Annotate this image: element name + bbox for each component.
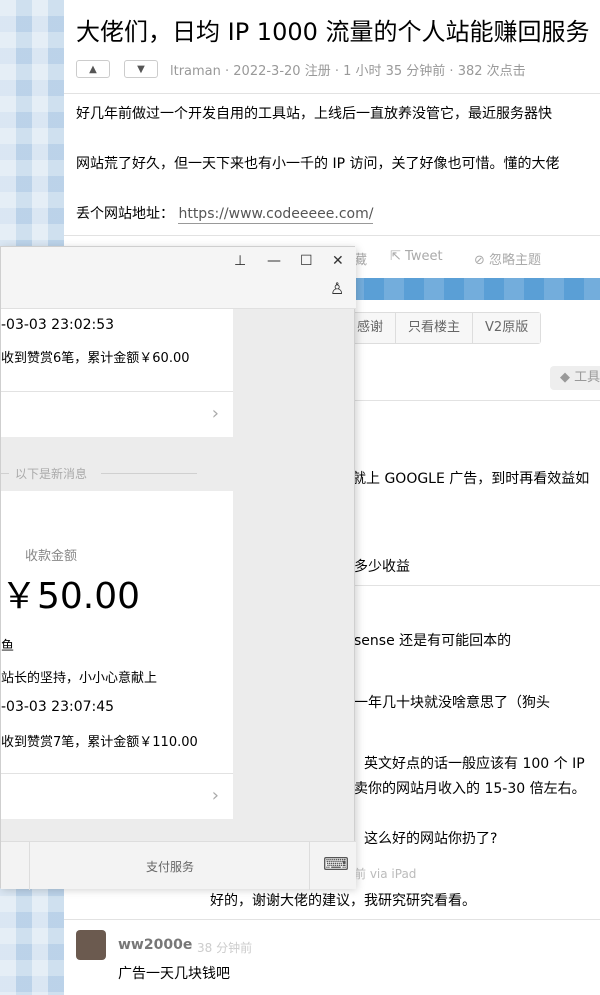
avatar[interactable] bbox=[76, 930, 106, 960]
keyboard-icon[interactable]: ⌨ bbox=[323, 854, 349, 875]
topic-url-link[interactable]: https://www.codeeeee.com/ bbox=[178, 206, 374, 224]
reply-text: 广告一天几块钱吧 bbox=[118, 966, 230, 982]
chevron-down-icon: ▼ bbox=[137, 63, 145, 75]
message-time: -03-03 23:07:45 bbox=[1, 699, 115, 715]
message-time: -03-03 23:02:53 bbox=[1, 317, 115, 333]
chevron-right-icon[interactable]: › bbox=[212, 403, 219, 424]
window-titlebar: ⊥ — ☐ ✕ ♙ bbox=[1, 247, 356, 309]
op-reply-text: 好的，谢谢大佬的建议，我研究研究看看。 bbox=[210, 893, 476, 909]
tag-badge[interactable]: ◆ 工具 bbox=[550, 366, 600, 390]
topic-body-line: 网站荒了好久，但一天下来也有小一千的 IP 访问，关了好像也可惜。懂的大佬 bbox=[76, 156, 560, 172]
message-summary: 收到赞赏6笔，累计金额￥60.00 bbox=[1, 351, 190, 366]
url-label: 丢个网站地址： bbox=[76, 206, 174, 222]
op-only-button[interactable]: 只看楼主 bbox=[396, 313, 474, 343]
new-messages-divider: 以下是新消息 bbox=[15, 467, 88, 481]
v2-original-button[interactable]: V2原版 bbox=[473, 313, 541, 343]
divider bbox=[29, 842, 30, 890]
window-footer: 支付服务 ⌨ bbox=[1, 841, 356, 890]
topic-meta: ltraman · 2022-3-20 注册 · 1 小时 35 分钟前 · 3… bbox=[170, 64, 526, 79]
divider bbox=[64, 235, 600, 236]
reply-text: 英文好点的话一般应该有 100 个 IP bbox=[364, 756, 585, 772]
divider bbox=[1, 391, 233, 392]
amount-label: 收款金额 bbox=[25, 549, 78, 564]
downvote-button[interactable]: ▼ bbox=[124, 60, 158, 78]
user-icon[interactable]: ♙ bbox=[330, 279, 344, 298]
reply-button-group: 感谢 只看楼主 V2原版 bbox=[344, 312, 542, 344]
payer-name: 鱼 bbox=[1, 639, 15, 654]
reply-text: 一年几十块就没啥意思了（狗头 bbox=[354, 695, 550, 711]
tag-icon: ◆ bbox=[560, 370, 575, 385]
divider bbox=[101, 473, 197, 474]
ignore-topic-button[interactable]: ⊘ 忽略主题 bbox=[474, 249, 541, 268]
share-icon: ⇱ bbox=[390, 249, 406, 264]
tweet-button[interactable]: ⇱ Tweet bbox=[390, 249, 443, 264]
topic-url-line: 丢个网站地址： https://www.codeeeee.com/ bbox=[76, 203, 374, 224]
topic-box: 大佬们，日均 IP 1000 流量的个人站能赚回服务 ▲ ▼ ltraman ·… bbox=[64, 0, 600, 278]
payment-card: 收款金额 ￥50.00 鱼 站长的坚持，小小心意献上 -03-03 23:07:… bbox=[1, 491, 233, 819]
message-card: -03-03 23:02:53 收到赞赏6笔，累计金额￥60.00 › bbox=[1, 309, 233, 437]
reply-time: 38 分钟前 bbox=[197, 941, 253, 955]
minimize-icon[interactable]: — bbox=[267, 253, 281, 269]
close-icon[interactable]: ✕ bbox=[332, 253, 344, 269]
reply-text: 卖你的网站月收入的 15-30 倍左右。 bbox=[354, 781, 586, 797]
reply-text: 多少收益 bbox=[354, 559, 410, 575]
reply-text: 就上 GOOGLE 广告，到时再看效益如 bbox=[352, 471, 590, 487]
reply-username[interactable]: ww2000e bbox=[118, 937, 192, 953]
pay-service-button[interactable]: 支付服务 bbox=[146, 858, 194, 875]
divider bbox=[309, 842, 310, 890]
reply-text: 这么好的网站你扔了? bbox=[364, 831, 498, 847]
topic-body-line: 好几年前做过一个开发自用的工具站，上线后一直放养没管它，最近服务器快 bbox=[76, 106, 552, 122]
payment-note: 站长的坚持，小小心意献上 bbox=[1, 671, 158, 686]
topic-title: 大佬们，日均 IP 1000 流量的个人站能赚回服务 bbox=[76, 18, 590, 46]
chevron-right-icon[interactable]: › bbox=[212, 785, 219, 806]
divider bbox=[1, 473, 9, 474]
divider bbox=[1, 773, 233, 774]
divider bbox=[64, 919, 600, 920]
pin-icon[interactable]: ⊥ bbox=[234, 253, 246, 269]
reply-meta: 前 via iPad bbox=[354, 867, 417, 881]
eye-off-icon: ⊘ bbox=[474, 253, 490, 268]
maximize-icon[interactable]: ☐ bbox=[300, 253, 313, 269]
upvote-button[interactable]: ▲ bbox=[76, 60, 110, 78]
payment-notification-window: ⊥ — ☐ ✕ ♙ -03-03 23:02:53 收到赞赏6笔，累计金额￥60… bbox=[0, 246, 356, 890]
message-summary: 收到赞赏7笔，累计金额￥110.00 bbox=[1, 735, 198, 750]
reply-text: sense 还是有可能回本的 bbox=[354, 633, 512, 649]
amount-value: ￥50.00 bbox=[1, 576, 141, 617]
chevron-up-icon: ▲ bbox=[89, 63, 97, 75]
divider bbox=[64, 93, 600, 94]
